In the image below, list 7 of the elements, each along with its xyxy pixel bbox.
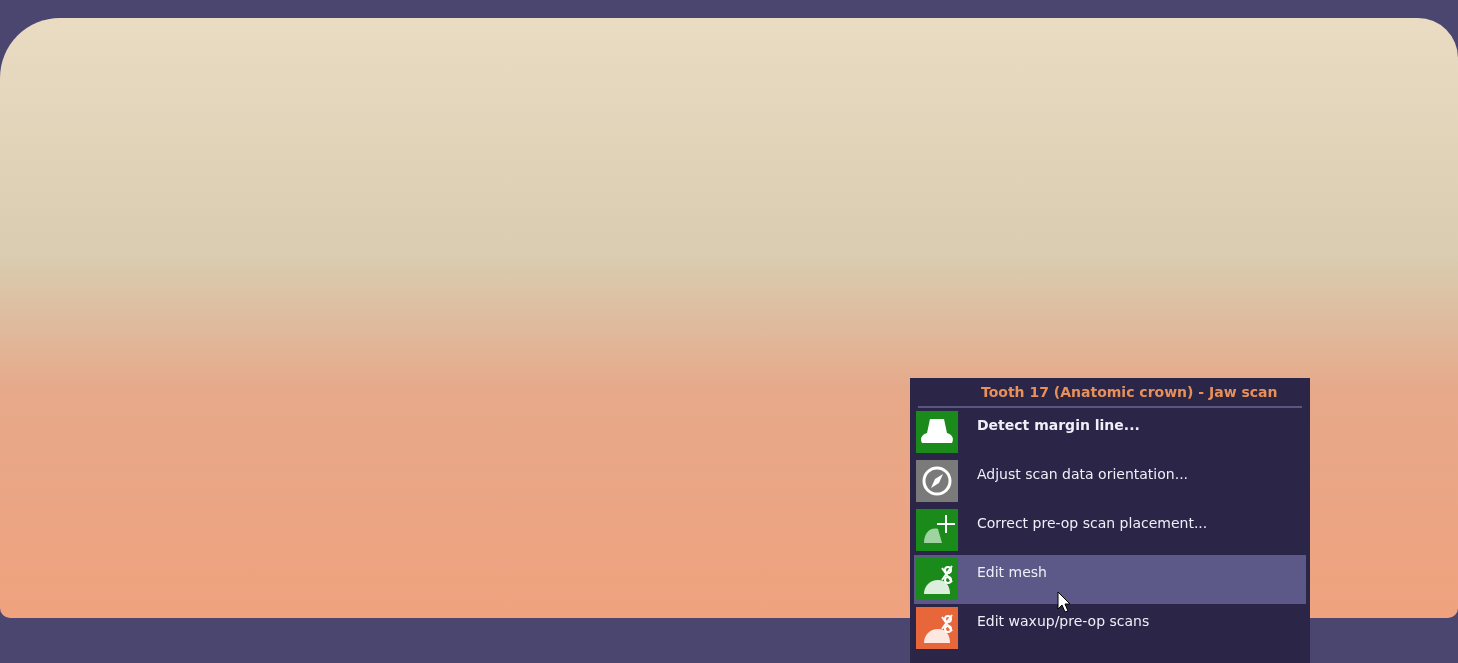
- menu-title: Tooth 17 (Anatomic crown) - Jaw scan: [918, 378, 1302, 408]
- menu-item[interactable]: Detect margin line...: [914, 408, 1306, 457]
- menu-item[interactable]: Edit mesh: [914, 555, 1306, 604]
- menu-item[interactable]: Correct pre-op scan placement...: [914, 506, 1306, 555]
- cursor-icon: [1057, 591, 1071, 613]
- menu-item[interactable]: Edit waxup/pre-op scans: [914, 604, 1306, 653]
- menu-item[interactable]: Adjust scan data orientation...: [914, 457, 1306, 506]
